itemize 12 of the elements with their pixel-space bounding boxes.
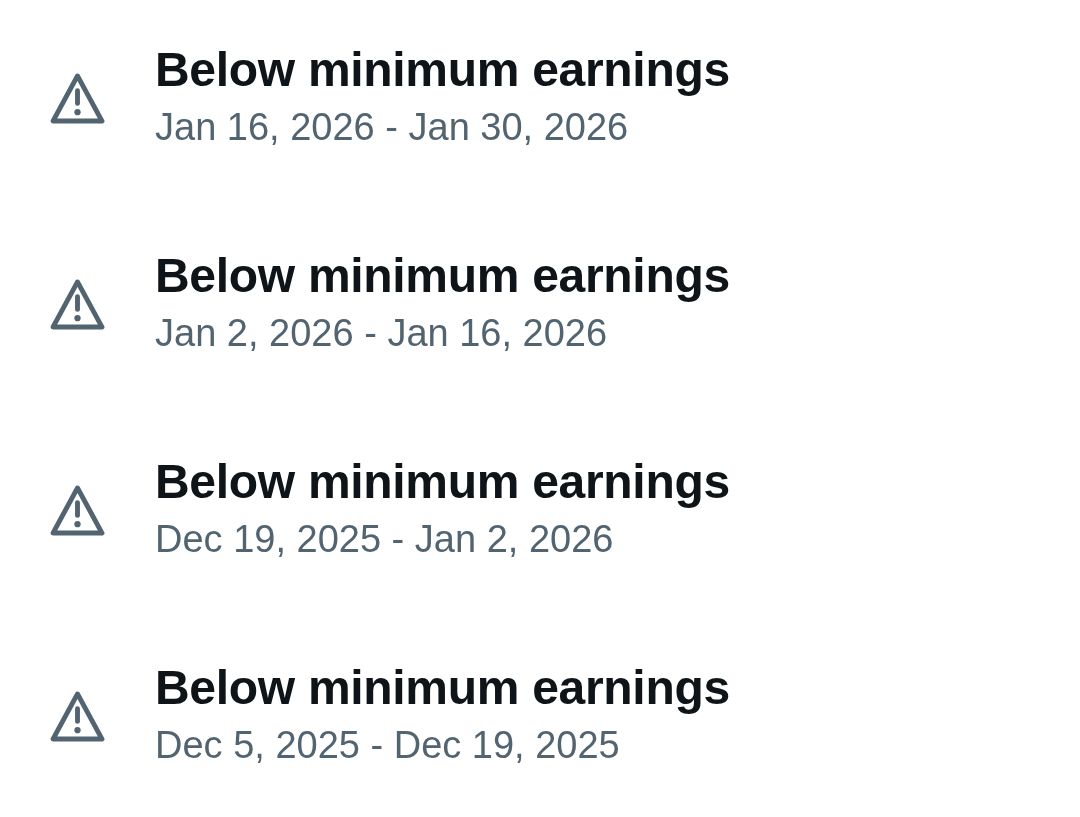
earnings-status-title: Below minimum earnings — [155, 662, 730, 714]
date-range: Dec 19, 2025 - Jan 2, 2026 — [155, 517, 615, 562]
earnings-status-title: Below minimum earnings — [155, 456, 730, 508]
earnings-status-title: Below minimum earnings — [155, 44, 730, 96]
date-range: Jan 16, 2026 - Jan 30, 2026 — [155, 105, 630, 150]
date-range: Dec 5, 2025 - Dec 19, 2025 — [155, 723, 621, 768]
warning-icon — [50, 72, 105, 124]
earnings-status-title: Below minimum earnings — [155, 250, 730, 302]
warning-icon — [50, 690, 105, 742]
warning-icon — [50, 278, 105, 330]
warning-icon — [50, 484, 105, 536]
date-range: Jan 2, 2026 - Jan 16, 2026 — [155, 311, 609, 356]
